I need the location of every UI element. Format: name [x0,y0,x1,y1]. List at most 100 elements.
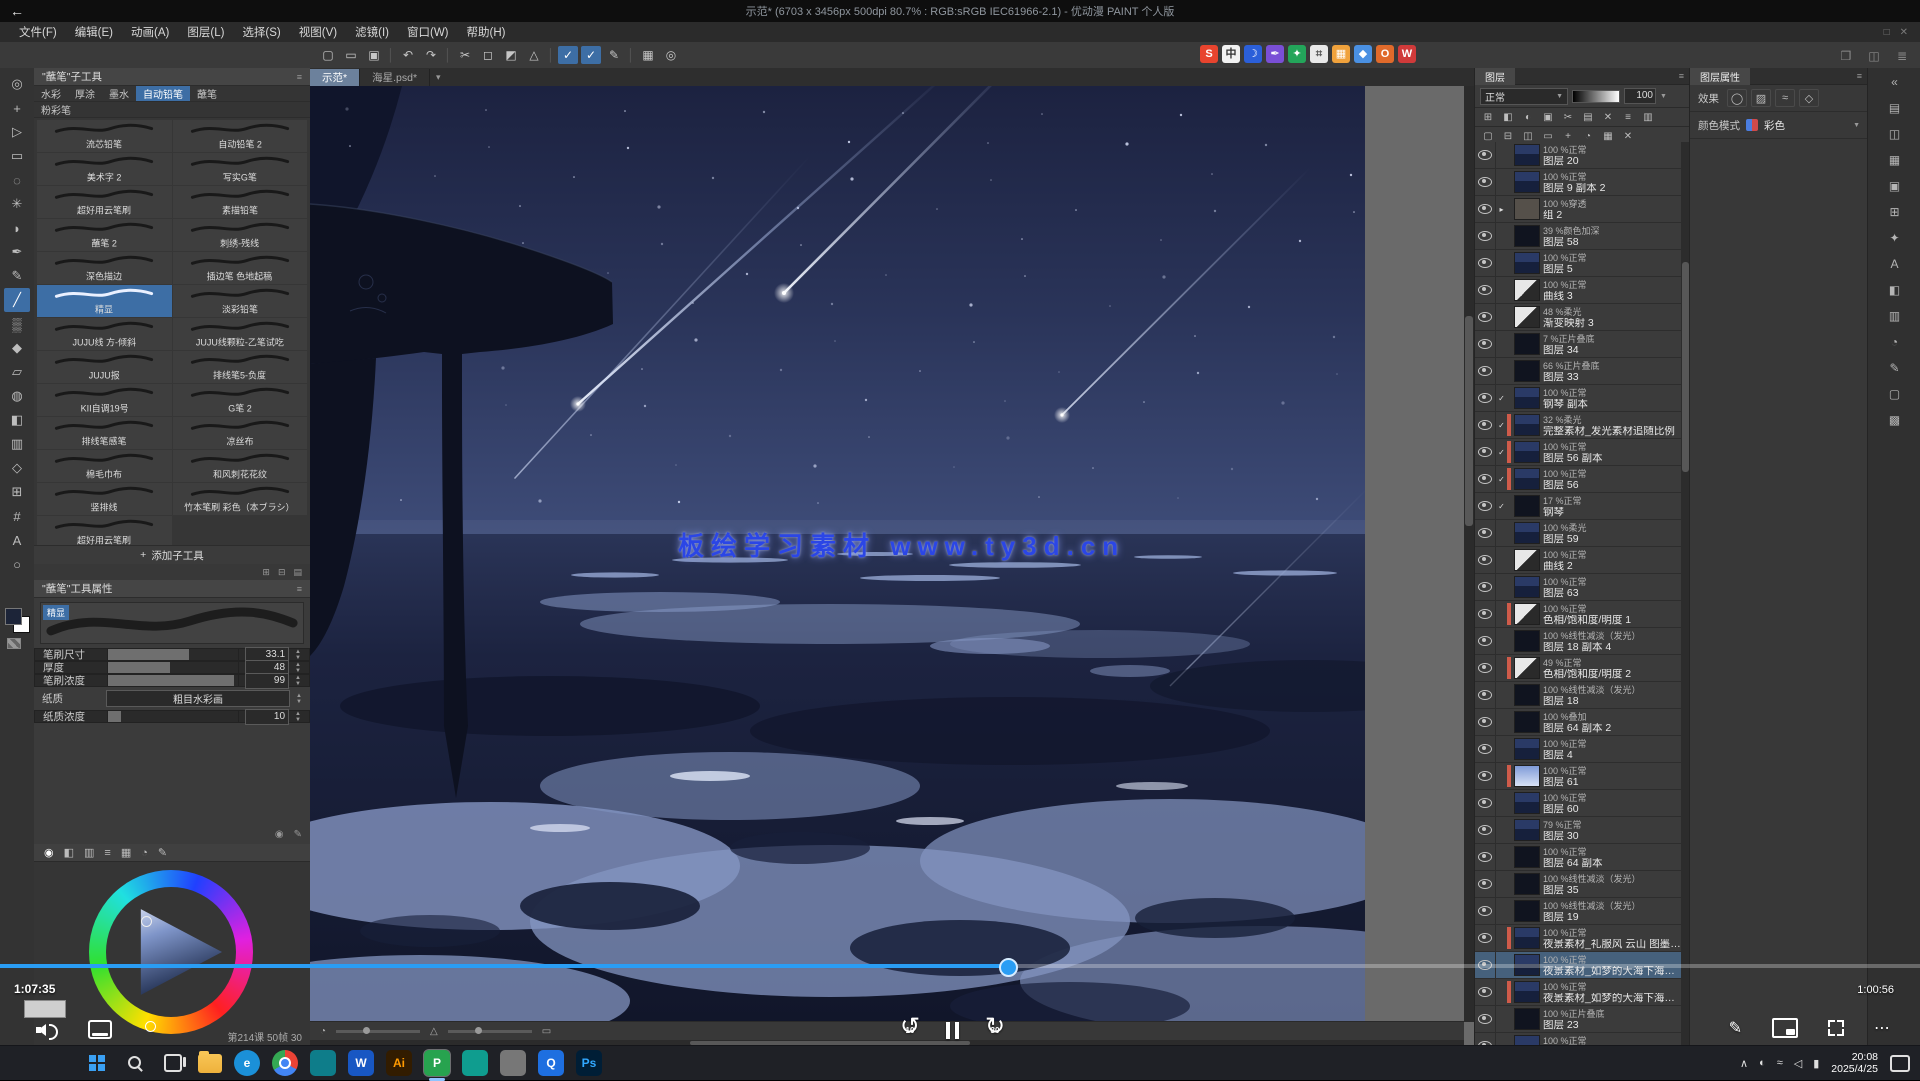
tool-icon[interactable]: A [4,528,30,552]
layer-name[interactable]: 图层 9 副本 2 [1543,183,1681,194]
scrollbar-thumb[interactable] [1465,316,1473,526]
panel-shortcut-icon[interactable]: ▢ [1883,384,1907,404]
layer-row[interactable]: 100 %线性减淡（发光） 图层 19 [1475,898,1681,925]
spinner-icon[interactable]: ▲▼ [295,711,301,723]
tool-icon[interactable]: ◇ [4,456,30,480]
layer-thumbnail[interactable] [1514,144,1540,166]
tool-icon[interactable]: ▥ [4,432,30,456]
color-triangle[interactable] [113,894,229,1010]
tool-icon[interactable]: ◌ [4,168,30,192]
layer-name[interactable]: 图层 34 [1543,345,1681,356]
layer-visibility-eye-icon[interactable] [1475,844,1496,870]
brush-item[interactable]: 竹本笔刷 彩色（本ブラシ） [173,483,308,515]
color-mode-value[interactable]: 彩色 [1764,118,1785,133]
layer-row[interactable]: 100 %正常 曲线 2 [1475,547,1681,574]
taskbar-app-icon[interactable] [500,1050,526,1076]
opacity-gradient-slider[interactable] [1572,90,1620,103]
layer-check-icon[interactable]: ✓ [1496,475,1507,484]
panel-shortcut-icon[interactable]: ◧ [1883,280,1907,300]
layer-row[interactable]: 7 %正片叠底 图层 34 [1475,331,1681,358]
subtool-tab[interactable]: 自动铅笔 [136,86,190,101]
layer-thumbnail[interactable] [1514,522,1540,544]
ime-icon[interactable]: ☽ [1244,45,1262,63]
layer-name[interactable]: 钢琴 副本 [1543,399,1681,410]
layer-visibility-eye-icon[interactable] [1475,169,1496,195]
panel-shortcut-icon[interactable]: ⊞ [1883,202,1907,222]
brush-item[interactable]: JUJU报 [37,351,172,383]
layer-thumbnail[interactable] [1514,765,1540,787]
brush-item[interactable]: 刺绣-残线 [173,219,308,251]
layer-thumbnail[interactable] [1514,819,1540,841]
layer-toolbar-icon[interactable]: ✂ [1559,110,1577,125]
menu-item[interactable]: 帮助(H) [458,24,515,40]
new-subtool-icon[interactable]: ⊞ [262,567,270,578]
layer-row[interactable]: 100 %正常 图层 61 [1475,763,1681,790]
layer-thumbnail[interactable] [1514,279,1540,301]
brush-item[interactable]: 竖排线 [37,483,172,515]
layer-row[interactable]: 100 %正常 图层 60 [1475,790,1681,817]
layer-check-icon[interactable]: ▸ [1496,205,1507,214]
document-tab[interactable]: 示范* [310,69,360,86]
ime-icon[interactable]: ⌗ [1310,45,1328,63]
taskbar-app-icon[interactable] [310,1050,336,1076]
toolbar-icon[interactable]: ◻ [478,46,498,64]
taskbar-app-icon[interactable] [462,1050,488,1076]
layer-row[interactable]: ✓ 100 %正常 图层 56 [1475,466,1681,493]
layer-check-icon[interactable]: ✓ [1496,448,1507,457]
layer-visibility-eye-icon[interactable] [1475,412,1496,438]
layer-toolbar-icon[interactable]: ✕ [1599,110,1617,125]
property-slider[interactable] [107,674,239,687]
brush-item[interactable]: 写实G笔 [173,153,308,185]
reset-property-icon[interactable]: ◉ [275,829,284,840]
panel-shortcut-icon[interactable]: ✎ [1883,358,1907,378]
menu-item[interactable]: 选择(S) [233,24,289,40]
layer-name[interactable]: 图层 58 [1543,237,1681,248]
layer-name[interactable]: 色相/饱和度/明度 1 [1543,615,1681,626]
layer-visibility-eye-icon[interactable] [1475,763,1496,789]
ime-icon[interactable]: ✦ [1288,45,1306,63]
panel-toggle-icon[interactable]: ◫ [1864,47,1884,65]
effect-icon[interactable]: ▨ [1751,89,1771,107]
spinner-icon[interactable]: ▲▼ [295,675,301,687]
tool-icon[interactable]: ◆ [4,336,30,360]
ime-icon[interactable]: 中 [1222,45,1240,63]
layer-row[interactable]: 39 %颜色加深 图层 58 [1475,223,1681,250]
toolbar-icon[interactable]: ▭ [341,46,361,64]
toolbar-icon[interactable]: │ [547,46,555,64]
taskbar-app-icon[interactable]: Ai [386,1050,412,1076]
layer-name[interactable]: 曲线 2 [1543,561,1681,572]
canvas-artwork[interactable]: 板绘学习素材 www.ty3d.cn [310,86,1365,1022]
menu-item[interactable]: 文件(F) [10,24,66,40]
brush-item[interactable]: 深色描边 [37,252,172,284]
layer-visibility-eye-icon[interactable] [1475,493,1496,519]
add-subtool-button[interactable]: + 添加子工具 [34,545,310,564]
layer-visibility-eye-icon[interactable] [1475,682,1496,708]
layer-row[interactable]: 49 %正常 色相/饱和度/明度 2 [1475,655,1681,682]
annotate-pencil-icon[interactable]: ✎ [1729,1018,1742,1038]
back-icon[interactable]: ← [10,3,24,19]
property-value[interactable]: 99 [245,673,289,689]
ime-icon[interactable]: W [1398,45,1416,63]
panel-menu-icon[interactable]: ≡ [297,584,302,594]
layer-visibility-eye-icon[interactable] [1475,574,1496,600]
tool-icon[interactable]: # [4,504,30,528]
brush-item[interactable]: 美术字 2 [37,153,172,185]
canvas-vertical-scrollbar[interactable] [1464,86,1474,1022]
layer-opacity-value[interactable]: 100 [1624,88,1656,104]
layer-visibility-eye-icon[interactable] [1475,277,1496,303]
effect-icon[interactable]: ◯ [1727,89,1747,107]
spinner-icon[interactable]: ▲▼ [295,649,301,661]
ime-icon[interactable]: O [1376,45,1394,63]
tray-icon[interactable]: ▮ [1813,1057,1819,1070]
subtool-tab[interactable]: 粉彩笔 [34,102,78,117]
brush-item[interactable]: 和风刺花花纹 [173,450,308,482]
layer-thumbnail[interactable] [1514,873,1540,895]
layer-thumbnail[interactable] [1514,252,1540,274]
layer-row[interactable]: 79 %正常 图层 30 [1475,817,1681,844]
color-panel-tab[interactable]: ◉ [44,846,54,859]
menu-item[interactable]: 窗口(W) [398,24,458,40]
tool-icon[interactable]: ✳ [4,192,30,216]
toolbar-icon[interactable]: ↷ [421,46,441,64]
tool-icon[interactable]: ◎ [4,72,30,96]
layer-toolbar-icon[interactable]: ⊞ [1479,110,1497,125]
